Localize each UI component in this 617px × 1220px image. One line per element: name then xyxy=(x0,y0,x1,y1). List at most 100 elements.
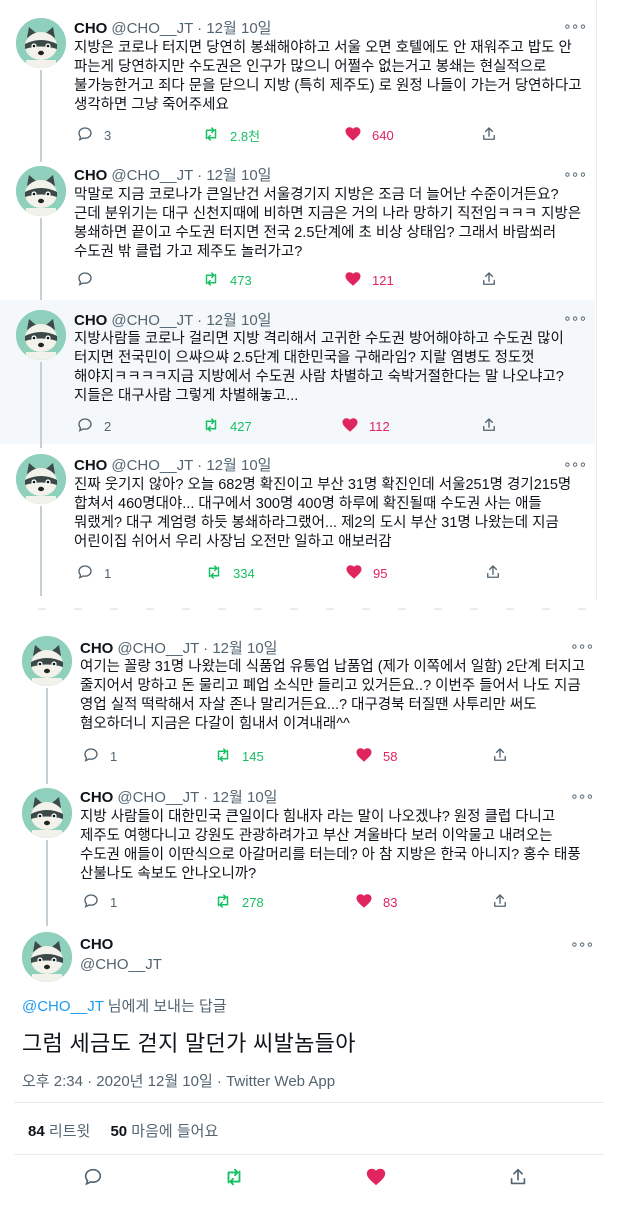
avatar[interactable] xyxy=(16,18,66,68)
like-button[interactable]: 58 xyxy=(355,746,397,767)
author-handle[interactable]: @CHO__JT xyxy=(111,457,193,474)
reply-button[interactable] xyxy=(82,1166,104,1188)
tweet-header: CHO @CHO__JT · 12월 10일 xyxy=(80,637,277,658)
author-handle[interactable]: @CHO__JT xyxy=(111,167,193,184)
like-button[interactable]: 83 xyxy=(355,892,397,913)
reply-button[interactable]: 1 xyxy=(82,892,117,913)
retweet-icon xyxy=(214,746,242,767)
author-name[interactable]: CHO xyxy=(74,167,107,184)
share-button[interactable] xyxy=(491,746,519,767)
author-handle[interactable]: @CHO__JT xyxy=(111,312,193,329)
tweet-date[interactable]: · 12월 10일 xyxy=(197,457,271,474)
author-name[interactable]: CHO xyxy=(80,640,113,657)
screenshot-edge xyxy=(596,0,597,600)
like-button[interactable]: 112 xyxy=(341,416,390,437)
share-button[interactable] xyxy=(480,125,508,146)
author-handle[interactable]: @CHO__JT xyxy=(117,789,199,806)
share-button[interactable] xyxy=(491,892,519,913)
reply-button[interactable]: 1 xyxy=(76,563,111,584)
reply-button[interactable]: 1 xyxy=(82,746,117,767)
author-name[interactable]: CHO xyxy=(80,789,113,806)
tweet-3[interactable]: CHO @CHO__JT · 12월 10일 ∘∘∘ 지방사람들 코로나 걸리면 … xyxy=(0,300,595,448)
like-button[interactable]: 95 xyxy=(345,563,387,584)
author-name[interactable]: CHO xyxy=(74,312,107,329)
tweet-meta[interactable]: 오후 2:34 · 2020년 12월 10일 · Twitter Web Ap… xyxy=(22,1070,335,1091)
like-button[interactable]: 640 xyxy=(344,125,394,146)
author-handle[interactable]: @CHO__JT xyxy=(117,640,199,657)
retweet-button[interactable]: 473 xyxy=(202,270,252,291)
avatar[interactable] xyxy=(22,636,72,686)
author-name[interactable]: CHO xyxy=(74,457,107,474)
tweet-date[interactable]: · 12월 10일 xyxy=(197,20,271,37)
retweet-button[interactable]: 334 xyxy=(205,563,255,584)
tweet-date[interactable]: · 12월 10일 xyxy=(203,640,277,657)
avatar[interactable] xyxy=(16,454,66,504)
tweet-1[interactable]: CHO @CHO__JT · 12월 10일 ∘∘∘ 지방은 코로나 터지면 당연… xyxy=(0,8,595,162)
reply-button[interactable]: 3 xyxy=(76,125,111,146)
share-button[interactable] xyxy=(480,270,508,291)
avatar-image xyxy=(22,788,72,838)
tweet-date[interactable]: · 12월 10일 xyxy=(197,167,271,184)
more-options-icon[interactable]: ∘∘∘ xyxy=(563,18,587,35)
like-stat[interactable]: 50 마음에 들어요 xyxy=(110,1123,218,1140)
more-options-icon[interactable]: ∘∘∘ xyxy=(570,936,594,953)
avatar[interactable] xyxy=(16,310,66,360)
avatar[interactable] xyxy=(16,166,66,216)
tweet-header: CHO @CHO__JT · 12월 10일 xyxy=(74,164,271,185)
reply-button[interactable] xyxy=(76,270,104,291)
reply-button[interactable]: 2 xyxy=(76,416,111,437)
retweet-button[interactable]: 278 xyxy=(214,892,264,913)
retweet-button[interactable]: 145 xyxy=(214,746,264,767)
tweet-date[interactable]: · 12월 10일 xyxy=(197,312,271,329)
like-count: 58 xyxy=(383,749,398,764)
reply-icon xyxy=(82,1166,104,1188)
tweet-text: 지방은 코로나 터지면 당연히 봉쇄해야하고 서울 오면 호텔에도 안 재워주고… xyxy=(74,40,582,113)
more-options-icon[interactable]: ∘∘∘ xyxy=(570,638,594,655)
reply-to-handle[interactable]: @CHO__JT xyxy=(22,998,104,1015)
heart-icon xyxy=(355,892,383,913)
more-options-icon[interactable]: ∘∘∘ xyxy=(563,456,587,473)
tweet-5[interactable]: CHO @CHO__JT · 12월 10일 ∘∘∘ 여기는 꼴랑 31명 나왔는… xyxy=(0,628,595,784)
more-options-icon[interactable]: ∘∘∘ xyxy=(570,788,594,805)
like-count: 95 xyxy=(373,566,388,581)
retweet-icon xyxy=(223,1166,245,1188)
author-name[interactable]: CHO xyxy=(80,936,113,953)
avatar-image xyxy=(16,454,66,504)
like-stat-label: 마음에 들어요 xyxy=(131,1123,219,1140)
retweet-count: 427 xyxy=(230,419,252,434)
more-options-icon[interactable]: ∘∘∘ xyxy=(563,166,587,183)
like-button[interactable] xyxy=(365,1166,387,1188)
retweet-button[interactable]: 427 xyxy=(202,416,252,437)
reply-icon xyxy=(82,892,110,913)
retweet-count: 2.8천 xyxy=(230,129,261,144)
tweet-header: CHO @CHO__JT · 12월 10일 xyxy=(74,17,271,38)
avatar-image xyxy=(16,18,66,68)
reply-to-suffix: 님에게 보내는 답글 xyxy=(103,998,227,1015)
like-button[interactable]: 121 xyxy=(344,270,394,291)
tweet-text: 막말로 지금 코로나가 큰일난건 서울경기지 지방은 조금 더 늘어난 수준이거… xyxy=(74,187,582,260)
share-button[interactable] xyxy=(484,563,512,584)
heart-icon xyxy=(344,125,372,146)
thread-line xyxy=(40,70,42,162)
tweet-6[interactable]: CHO @CHO__JT · 12월 10일 ∘∘∘ 지방 사람들이 대한민국 큰… xyxy=(0,780,595,926)
retweet-button[interactable] xyxy=(223,1166,245,1188)
retweet-button[interactable]: 2.8천 xyxy=(202,125,260,146)
tweet-header: CHO @CHO__JT · 12월 10일 xyxy=(74,454,271,475)
author-handle[interactable]: @CHO__JT xyxy=(80,956,162,973)
tweet-date[interactable]: · 12월 10일 xyxy=(203,789,277,806)
retweet-stat-label: 리트윗 xyxy=(48,1123,91,1140)
tweet-4[interactable]: CHO @CHO__JT · 12월 10일 ∘∘∘ 진짜 웃기지 않아? 오늘 … xyxy=(0,446,595,596)
more-options-icon[interactable]: ∘∘∘ xyxy=(563,310,587,327)
like-stat-count: 50 xyxy=(110,1123,128,1140)
author-name[interactable]: CHO xyxy=(74,20,107,37)
thread-line xyxy=(46,840,48,926)
share-button[interactable] xyxy=(480,416,508,437)
avatar-image xyxy=(16,166,66,216)
tweet-2[interactable]: CHO @CHO__JT · 12월 10일 ∘∘∘ 막말로 지금 코로나가 큰일… xyxy=(0,158,595,302)
reply-icon xyxy=(76,125,104,146)
author-handle[interactable]: @CHO__JT xyxy=(111,20,193,37)
avatar[interactable] xyxy=(22,788,72,838)
retweet-stat[interactable]: 84 리트윗 xyxy=(28,1123,90,1140)
avatar[interactable] xyxy=(22,932,72,982)
share-button[interactable] xyxy=(507,1166,529,1188)
